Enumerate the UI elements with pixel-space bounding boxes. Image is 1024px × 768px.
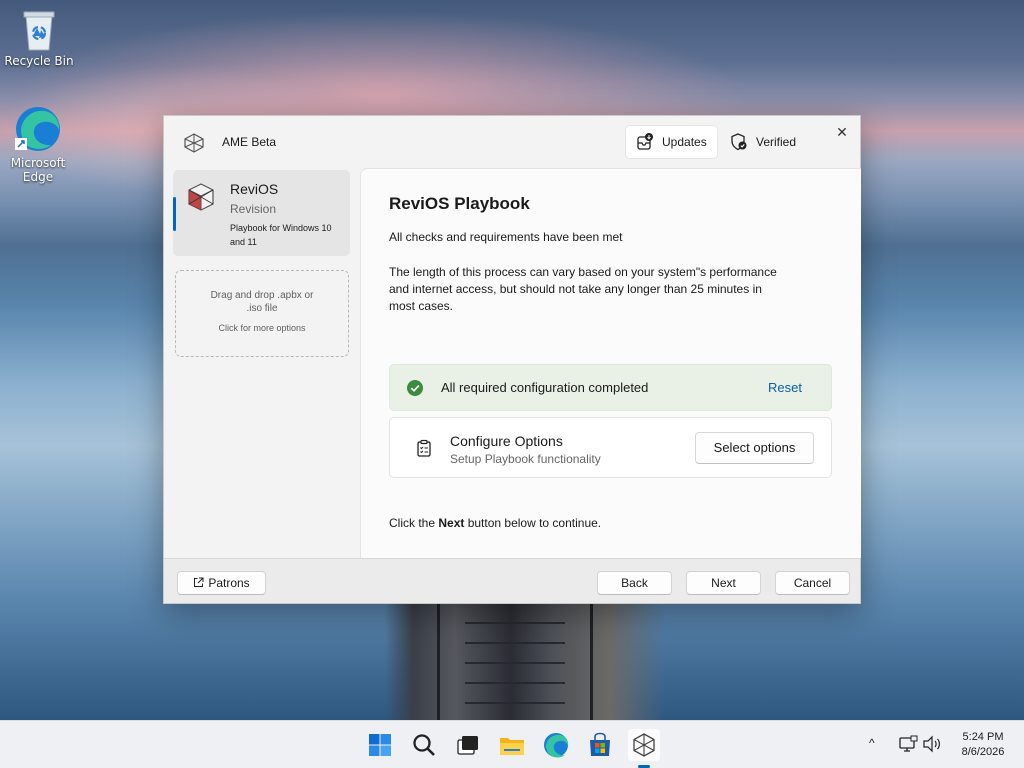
verified-button[interactable]: Verified <box>720 125 806 159</box>
updates-icon <box>637 133 653 150</box>
playbook-card[interactable]: ReviOS Revision Playbook for Windows 10 … <box>173 170 350 256</box>
configure-options-card: Configure Options Setup Playbook functio… <box>389 417 832 478</box>
reset-link[interactable]: Reset <box>768 380 802 395</box>
ame-logo-icon <box>183 132 205 154</box>
pier-wallpaper <box>385 604 665 720</box>
select-options-button[interactable]: Select options <box>695 432 814 464</box>
page-title: ReviOS Playbook <box>389 194 530 213</box>
updates-label: Updates <box>662 135 707 149</box>
close-icon[interactable]: ✕ <box>832 122 852 142</box>
footer-bar: Patrons Back Next Cancel <box>164 558 860 603</box>
playbook-author: Revision <box>230 202 277 216</box>
window-title: AME Beta <box>222 135 277 149</box>
ame-wizard-icon[interactable] <box>628 729 660 761</box>
config-status-bar: All required configuration completed Res… <box>389 364 832 411</box>
requirements-text: All checks and requirements have been me… <box>389 230 623 244</box>
main-content: ReviOS Playbook All checks and requireme… <box>360 168 861 558</box>
search-icon[interactable] <box>408 729 440 761</box>
selected-indicator <box>173 197 176 231</box>
revios-logo-icon <box>186 182 216 212</box>
back-button[interactable]: Back <box>597 571 672 595</box>
patrons-label: Patrons <box>208 576 250 590</box>
edge-icon <box>13 104 63 154</box>
recycle-bin-icon <box>21 8 57 52</box>
store-icon[interactable] <box>584 729 616 761</box>
drop-zone[interactable]: Drag and drop .apbx or .iso file Click f… <box>175 270 349 357</box>
config-status-text: All required configuration completed <box>441 380 649 395</box>
edge-icon[interactable] <box>540 729 572 761</box>
desktop-icon-label: Microsoft Edge <box>10 156 66 184</box>
continue-prefix: Click the <box>389 516 439 530</box>
verified-shield-icon <box>731 133 747 151</box>
clock-time: 5:24 PM <box>962 731 1004 743</box>
continue-bold: Next <box>438 516 465 530</box>
continue-instruction: Click the Next button below to continue. <box>389 516 601 530</box>
tray-overflow-chevron-icon[interactable]: ^ <box>869 736 875 750</box>
volume-icon[interactable] <box>922 735 942 753</box>
start-icon[interactable] <box>364 729 396 761</box>
ame-wizard-window: AME Beta Updates Verified ✕ ReviOS Revis… <box>163 115 861 604</box>
playbook-name: ReviOS <box>230 181 279 197</box>
network-icon[interactable] <box>898 735 918 753</box>
updates-button[interactable]: Updates <box>625 125 718 159</box>
clipboard-checklist-icon <box>415 439 433 457</box>
desktop-icon-recycle-bin[interactable]: Recycle Bin <box>4 8 74 68</box>
check-circle-icon <box>407 380 423 396</box>
process-description: The length of this process can vary base… <box>389 265 777 313</box>
continue-suffix: button below to continue. <box>464 516 602 530</box>
desktop-icon-microsoft-edge[interactable]: Microsoft Edge <box>4 104 72 184</box>
sidebar: ReviOS Revision Playbook for Windows 10 … <box>164 168 360 558</box>
configure-options-title: Configure Options <box>450 433 563 449</box>
file-explorer-icon[interactable] <box>496 729 528 761</box>
next-button[interactable]: Next <box>686 571 761 595</box>
task-view-icon[interactable] <box>452 729 484 761</box>
title-bar: AME Beta Updates Verified ✕ <box>164 116 860 168</box>
desktop-icon-label: Recycle Bin <box>4 54 74 68</box>
taskbar: ^ 5:24 PM 8/6/2026 <box>0 720 1024 768</box>
drop-zone-text: Drag and drop .apbx or .iso file <box>210 290 314 314</box>
drop-zone-more: Click for more options <box>218 323 306 333</box>
cancel-button[interactable]: Cancel <box>775 571 850 595</box>
playbook-description: Playbook for Windows 10 and 11 <box>230 223 332 247</box>
clock-date: 8/6/2026 <box>961 746 1005 758</box>
system-clock[interactable]: 5:24 PM 8/6/2026 <box>950 730 1016 760</box>
patrons-button[interactable]: Patrons <box>177 571 266 595</box>
external-link-icon <box>194 577 204 587</box>
verified-label: Verified <box>756 135 797 149</box>
configure-options-subtitle: Setup Playbook functionality <box>450 452 601 466</box>
